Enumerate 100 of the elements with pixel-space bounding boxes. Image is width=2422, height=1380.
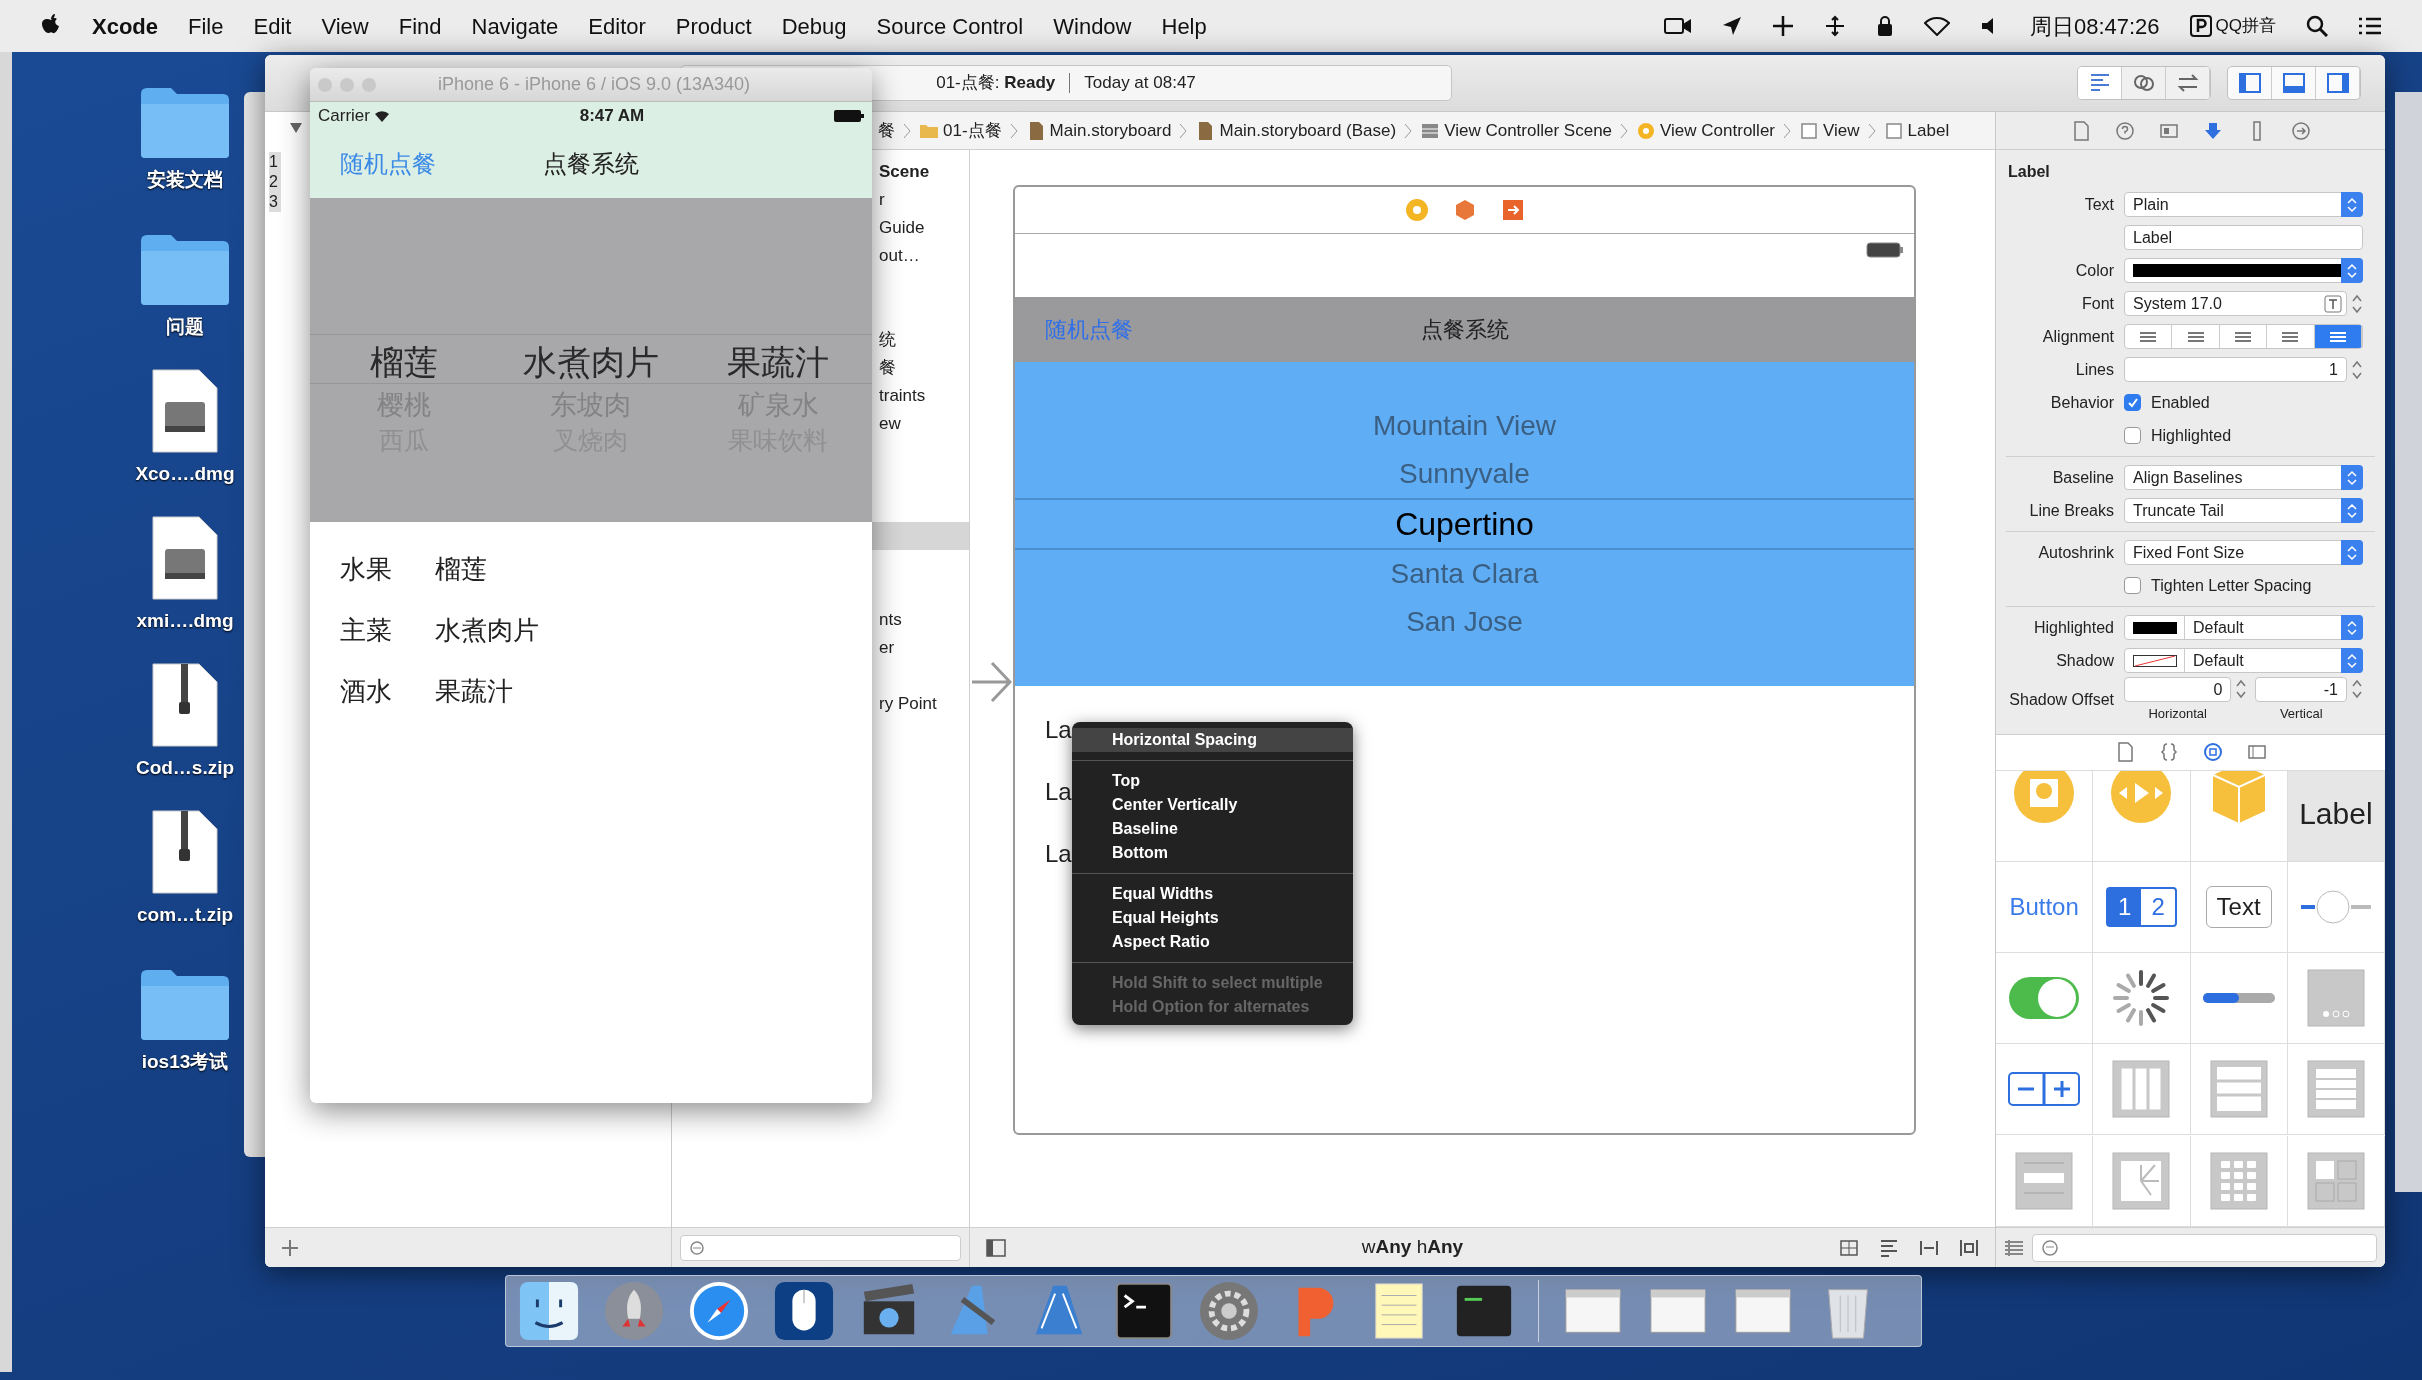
bottom-panel-icon[interactable] [2281, 71, 2306, 95]
number-field[interactable]: 0 [2124, 677, 2232, 702]
outline-item[interactable]: nts [879, 607, 902, 633]
desktop-icon-label[interactable]: 安装文档 [147, 165, 223, 194]
font-field[interactable]: System 17.0 [2124, 291, 2347, 316]
label-text[interactable]: La [1045, 840, 1072, 868]
jump-bar-item[interactable]: Main.storyboard [1049, 117, 1172, 144]
text-field[interactable]: Label [2124, 225, 2363, 250]
outline-item[interactable]: r [879, 187, 885, 213]
desktop-icon-label[interactable]: 问题 [166, 312, 204, 341]
popup-button[interactable]: Default [2124, 615, 2363, 640]
desktop-icon-label[interactable]: com…t.zip [136, 900, 234, 929]
checkbox-label[interactable]: Tighten Letter Spacing [2151, 573, 2312, 598]
help-icon[interactable] [2114, 120, 2135, 141]
menu-item[interactable]: Find [398, 9, 442, 43]
video-camera-icon[interactable] [1663, 16, 1692, 36]
number-field[interactable]: 1 [2124, 357, 2347, 382]
desktop-icon-label[interactable]: Cod…s.zip [135, 753, 235, 782]
menu-item[interactable]: Debug [781, 9, 847, 43]
menu-item[interactable]: Baseline [1072, 817, 1353, 841]
zip-file-icon[interactable] [151, 661, 219, 748]
outline-item[interactable]: 统 [879, 327, 896, 353]
right-panel-icon[interactable] [2325, 71, 2350, 95]
outline-item[interactable]: Scene [879, 159, 930, 185]
menu-item[interactable]: Window [1053, 9, 1132, 43]
label-text[interactable]: La [1045, 716, 1072, 744]
align-text-icon[interactable] [2138, 330, 2159, 343]
checkbox-label[interactable]: Enabled [2151, 390, 2210, 415]
disclosure-triangle-icon[interactable] [289, 122, 303, 134]
braces-icon[interactable] [2158, 742, 2179, 762]
stack-icon[interactable] [1839, 1237, 1859, 1258]
number-field[interactable]: -1 [2255, 677, 2347, 702]
checkbox[interactable] [2124, 394, 2141, 411]
progress-bar-icon[interactable] [2202, 993, 2275, 1004]
checkbox-label[interactable]: Highlighted [2151, 423, 2232, 448]
slider-icon[interactable] [2298, 888, 2373, 925]
wifi-icon[interactable] [1923, 16, 1950, 36]
menu-item[interactable]: Help [1161, 9, 1207, 43]
segmented-control[interactable]: 1 2 [2106, 886, 2177, 927]
target-icon[interactable] [2202, 742, 2223, 762]
gear-icon[interactable] [1198, 1280, 1260, 1342]
left-panel-icon[interactable] [2237, 71, 2262, 95]
app-menu[interactable]: Xcode [92, 9, 159, 43]
popup-button[interactable]: Fixed Font Size [2124, 540, 2363, 565]
menu-item[interactable]: Center Vertically [1072, 793, 1353, 817]
stepper-icon[interactable] [2351, 677, 2363, 701]
plus-arrows-icon[interactable] [1771, 15, 1794, 37]
outline-item[interactable]: ry Point [879, 691, 937, 717]
jump-bar-item[interactable]: 餐 [878, 117, 895, 144]
outline-item[interactable]: 餐 [879, 355, 896, 381]
stepper-icon[interactable] [2235, 677, 2248, 701]
input-method-label[interactable]: QQ拼音 [2215, 13, 2276, 39]
picker-row[interactable]: 水煮肉片 [523, 338, 659, 386]
popup-button[interactable]: Align Baselines [2124, 465, 2363, 490]
checkbox[interactable] [2124, 577, 2141, 594]
menu-item[interactable]: File [188, 9, 224, 43]
outline-item[interactable]: ew [879, 411, 901, 437]
desktop-icon-label[interactable]: xmi….dmg [136, 606, 234, 635]
picker-row[interactable]: 榴莲 [369, 338, 438, 386]
menu-clock[interactable]: 周日08:47:26 [2029, 9, 2160, 43]
picker-row[interactable]: Cupertino [1015, 498, 1914, 550]
color-well[interactable] [2124, 258, 2363, 283]
attributes-icon[interactable] [2202, 120, 2223, 141]
font-picker-icon[interactable] [2324, 294, 2342, 313]
outline-item[interactable]: Guide [879, 215, 925, 241]
search-icon[interactable] [2306, 15, 2328, 37]
resolve-icon[interactable] [1959, 1237, 1979, 1258]
face-icon[interactable] [518, 1280, 580, 1342]
film-strip-icon[interactable] [2246, 742, 2267, 762]
label-text[interactable]: La [1045, 778, 1072, 806]
picker-view[interactable]: Mountain View Sunnyvale Cupertino Santa Clara San Jose [1015, 362, 1914, 686]
list-icon[interactable] [2358, 16, 2382, 36]
menu-item[interactable]: Source Control [876, 9, 1024, 43]
popup-button[interactable]: Default [2124, 648, 2363, 673]
jump-bar-item[interactable]: Label [1907, 117, 1950, 144]
menu-item[interactable]: Edit [253, 9, 292, 43]
filter-field[interactable] [2032, 1233, 2377, 1262]
menu-item[interactable]: Top [1072, 769, 1353, 793]
table-cell-icon[interactable] [2014, 1150, 2075, 1211]
outline-item[interactable]: out… [879, 243, 920, 269]
align-icon[interactable] [1879, 1237, 1899, 1258]
rocket-icon[interactable] [603, 1280, 665, 1342]
move-icon[interactable] [1823, 15, 1846, 37]
jump-bar-item[interactable]: Main.storyboard (Base) [1219, 117, 1397, 144]
popup-button[interactable]: Truncate Tail [2124, 498, 2363, 523]
size-class-label[interactable]: wAny hAny [1361, 1233, 1464, 1262]
picker-row[interactable]: 果蔬汁 [727, 338, 830, 386]
align-text-icon[interactable] [2233, 330, 2253, 343]
menu-item[interactable]: Navigate [471, 9, 559, 43]
add-icon[interactable] [281, 1238, 299, 1257]
jump-bar-item[interactable]: 01-点餐 [943, 117, 1002, 144]
text-field[interactable]: Text [2205, 885, 2272, 928]
outline-item[interactable]: er [879, 635, 895, 661]
jump-bar-item[interactable]: View Controller [1660, 117, 1775, 144]
checkbox[interactable] [2124, 427, 2141, 444]
menu-item[interactable]: Equal Widths [1072, 882, 1353, 906]
menu-item[interactable]: View [321, 9, 369, 43]
disk-image-icon[interactable] [151, 367, 219, 454]
location-arrow-icon[interactable] [1721, 16, 1742, 36]
align-text-icon[interactable] [2280, 330, 2301, 343]
